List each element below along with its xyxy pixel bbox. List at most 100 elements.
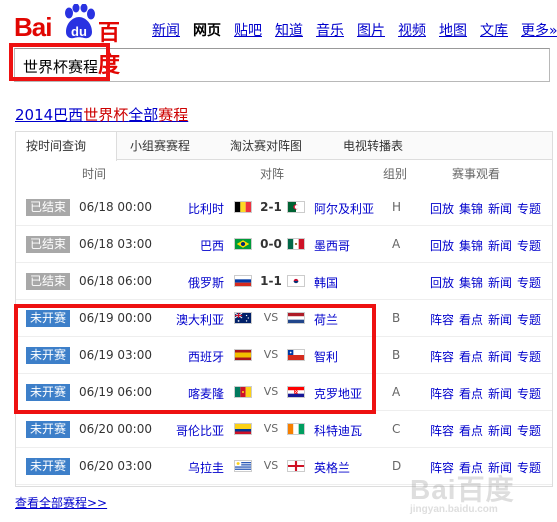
topic-link[interactable]: 专题 xyxy=(517,239,541,253)
topic-link[interactable]: 专题 xyxy=(517,202,541,216)
away-team-link[interactable]: 英格兰 xyxy=(314,459,350,476)
replay-link[interactable]: 回放 xyxy=(430,202,454,216)
lineup-link[interactable]: 阵容 xyxy=(430,313,454,327)
home-team-link[interactable]: 乌拉圭 xyxy=(188,459,224,476)
replay-link[interactable]: 回放 xyxy=(430,276,454,290)
england-flag-icon xyxy=(287,460,305,472)
news-link[interactable]: 新闻 xyxy=(488,202,512,216)
preview-link[interactable]: 看点 xyxy=(459,424,483,438)
status-badge: 未开赛 xyxy=(26,421,70,438)
topic-link[interactable]: 专题 xyxy=(517,313,541,327)
watch-links: 阵容 看点 新闻 专题 xyxy=(430,385,546,402)
status-badge: 已结束 xyxy=(26,273,70,290)
away-team-link[interactable]: 科特迪瓦 xyxy=(314,422,362,439)
tab-knockout[interactable]: 淘汰赛对阵图 xyxy=(220,132,312,160)
match-row: 已结束 06/18 00:00 比利时 2-1 阿尔及利亚 H 回放 集锦 新闻 专题 xyxy=(16,189,552,226)
match-time: 06/20 00:00 xyxy=(79,422,152,436)
algeria-flag-icon xyxy=(287,201,305,213)
topic-link[interactable]: 专题 xyxy=(517,461,541,475)
news-link[interactable]: 新闻 xyxy=(488,350,512,364)
match-group: H xyxy=(392,200,402,214)
news-link[interactable]: 新闻 xyxy=(488,313,512,327)
title-mid: 全部 xyxy=(128,106,159,124)
away-team-link[interactable]: 阿尔及利亚 xyxy=(314,200,374,217)
away-team-link[interactable]: 韩国 xyxy=(314,274,338,291)
nav-map[interactable]: 地图 xyxy=(439,21,467,41)
vs-label: VS xyxy=(263,422,279,435)
nav-news[interactable]: 新闻 xyxy=(152,21,180,41)
title-keyword-2: 赛程 xyxy=(158,106,189,124)
status-badge: 已结束 xyxy=(26,199,70,216)
news-link[interactable]: 新闻 xyxy=(488,387,512,401)
baidu-logo[interactable]: Bai du 百度 xyxy=(14,4,134,78)
nav-images[interactable]: 图片 xyxy=(357,21,385,41)
home-team-link[interactable]: 比利时 xyxy=(188,200,224,217)
column-header-match: 对阵 xyxy=(260,167,285,181)
home-team-link[interactable]: 哥伦比亚 xyxy=(176,422,224,439)
title-keyword-1: 世界杯 xyxy=(83,106,129,124)
nav-web[interactable]: 网页 xyxy=(193,21,221,41)
news-link[interactable]: 新闻 xyxy=(488,239,512,253)
watch-links: 阵容 看点 新闻 专题 xyxy=(430,422,546,439)
nav-music[interactable]: 音乐 xyxy=(316,21,344,41)
match-score: 2-1 xyxy=(260,200,282,214)
preview-link[interactable]: 看点 xyxy=(459,387,483,401)
watermark-sub: jingyan.baidu.com xyxy=(410,504,498,515)
nav-zhidao[interactable]: 知道 xyxy=(275,21,303,41)
topic-link[interactable]: 专题 xyxy=(517,387,541,401)
tab-tv-schedule[interactable]: 电视转播表 xyxy=(333,132,413,160)
nav-wenku[interactable]: 文库 xyxy=(480,21,508,41)
column-header-group: 组别 xyxy=(383,167,408,181)
column-header-watch: 赛事观看 xyxy=(452,167,501,181)
match-time: 06/18 00:00 xyxy=(79,200,152,214)
watermark: Bai百度 jingyan.baidu.com xyxy=(410,468,515,515)
match-group: A xyxy=(392,237,401,251)
mexico-flag-icon xyxy=(287,238,305,250)
top-nav: 新闻 网页 贴吧 知道 音乐 图片 视频 地图 文库 更多» xyxy=(152,21,557,41)
nav-tieba[interactable]: 贴吧 xyxy=(234,21,262,41)
match-row: 已结束 06/18 03:00 巴西 0-0 墨西哥 A 回放 集锦 新闻 专题 xyxy=(16,226,552,263)
topic-link[interactable]: 专题 xyxy=(517,350,541,364)
search-highlight-box xyxy=(9,43,110,81)
watch-links: 阵容 看点 新闻 专题 xyxy=(430,348,546,365)
highlights-link[interactable]: 集锦 xyxy=(459,276,483,290)
home-team-link[interactable]: 巴西 xyxy=(200,237,224,254)
watch-links: 回放 集锦 新闻 专题 xyxy=(430,274,546,291)
watch-links: 回放 集锦 新闻 专题 xyxy=(430,237,546,254)
match-score: 0-0 xyxy=(260,237,282,251)
vs-label: VS xyxy=(263,459,279,472)
belgium-flag-icon xyxy=(234,201,252,213)
highlights-link[interactable]: 集锦 xyxy=(459,239,483,253)
match-time: 06/20 03:00 xyxy=(79,459,152,473)
match-group: A xyxy=(392,385,401,399)
home-team-link[interactable]: 俄罗斯 xyxy=(188,274,224,291)
news-link[interactable]: 新闻 xyxy=(488,276,512,290)
logo-text-bai: Bai xyxy=(14,12,52,42)
preview-link[interactable]: 看点 xyxy=(459,350,483,364)
away-team-link[interactable]: 墨西哥 xyxy=(314,237,350,254)
tab-group-stage[interactable]: 小组赛赛程 xyxy=(120,132,200,160)
watermark-text: Bai百度 xyxy=(410,474,515,505)
nav-more[interactable]: 更多» xyxy=(521,21,557,41)
lineup-link[interactable]: 阵容 xyxy=(430,350,454,364)
tab-by-time[interactable]: 按时间查询 xyxy=(16,132,117,161)
title-prefix: 2014巴西 xyxy=(15,106,84,124)
lineup-link[interactable]: 阵容 xyxy=(430,424,454,438)
topic-link[interactable]: 专题 xyxy=(517,276,541,290)
match-group: D xyxy=(392,459,402,473)
replay-link[interactable]: 回放 xyxy=(430,239,454,253)
news-link[interactable]: 新闻 xyxy=(488,424,512,438)
status-badge: 已结束 xyxy=(26,236,70,253)
match-time: 06/18 06:00 xyxy=(79,274,152,288)
nav-video[interactable]: 视频 xyxy=(398,21,426,41)
preview-link[interactable]: 看点 xyxy=(459,313,483,327)
highlights-link[interactable]: 集锦 xyxy=(459,202,483,216)
view-all-schedule-link[interactable]: 查看全部赛程>> xyxy=(15,494,107,511)
russia-flag-icon xyxy=(234,275,252,287)
topic-link[interactable]: 专题 xyxy=(517,424,541,438)
lineup-link[interactable]: 阵容 xyxy=(430,387,454,401)
watch-links: 回放 集锦 新闻 专题 xyxy=(430,200,546,217)
result-title-link[interactable]: 2014巴西世界杯全部赛程 xyxy=(15,104,188,125)
status-badge: 未开赛 xyxy=(26,458,70,475)
match-time: 06/18 03:00 xyxy=(79,237,152,251)
